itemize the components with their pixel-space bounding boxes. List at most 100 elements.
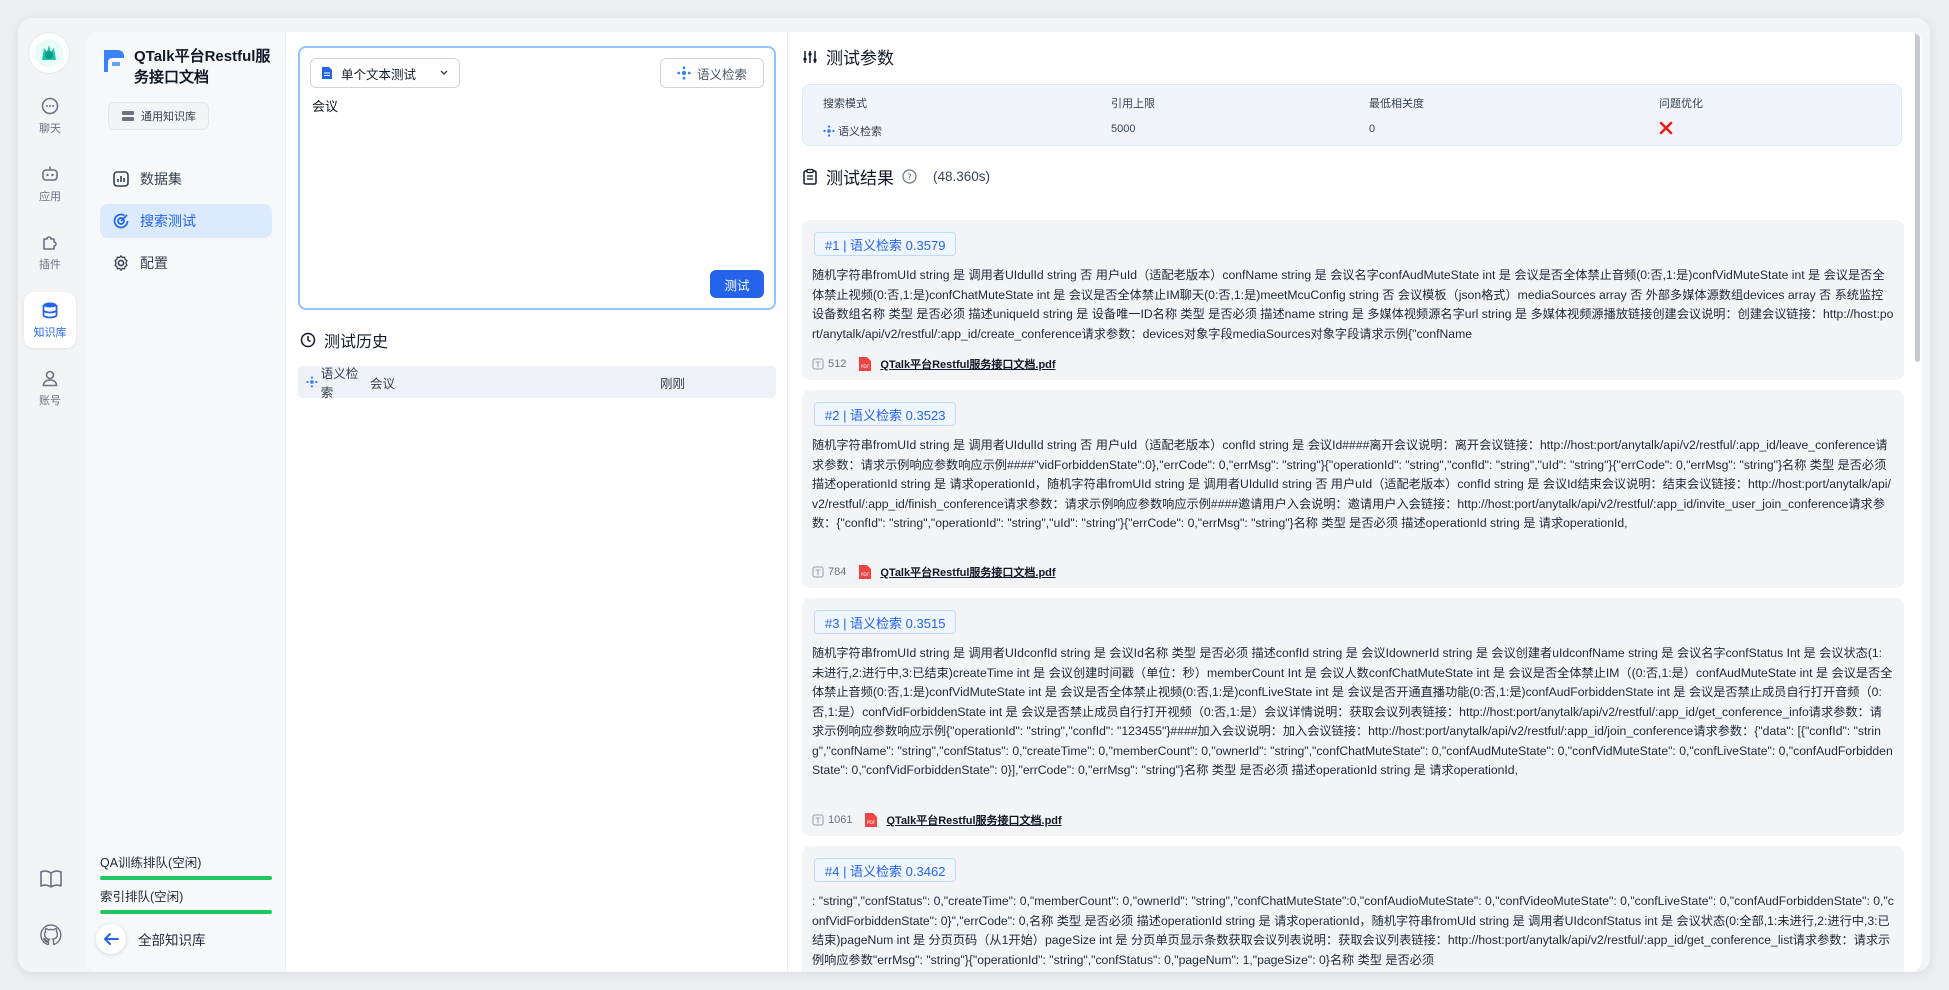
index-queue-bar <box>100 910 272 914</box>
chat-icon <box>41 97 59 115</box>
result-card[interactable]: #4 | 语义检索 0.3462 : "string","confStatus"… <box>802 846 1904 972</box>
search-type-button[interactable]: 语义检索 <box>660 58 764 88</box>
rail-account[interactable]: 账号 <box>24 360 76 416</box>
param-header: 最低相关度 <box>1369 98 1424 110</box>
close-icon <box>1659 121 1673 135</box>
history-mode-label: 语义检索 <box>320 367 359 400</box>
nav-dataset[interactable]: 数据集 <box>100 162 272 196</box>
semantic-search-icon <box>306 376 318 388</box>
result-card[interactable]: #1 | 语义检索 0.3579 随机字符串fromUId string 是 调… <box>802 220 1904 380</box>
back-to-all-kb[interactable]: 全部知识库 <box>96 924 206 954</box>
robot-icon <box>42 166 58 181</box>
qa-queue-bar <box>100 876 272 880</box>
token-icon <box>812 566 824 578</box>
query-input[interactable]: 会议 <box>312 96 338 115</box>
param-header: 搜索模式 <box>823 98 867 110</box>
database-icon <box>42 302 58 319</box>
results-scrollbar[interactable] <box>1915 32 1920 362</box>
token-icon <box>812 358 824 370</box>
github-button[interactable] <box>38 922 64 948</box>
result-footer: 784 PDF QTalk平台Restful服务接口文档.pdf <box>812 564 1056 580</box>
param-limit-value: 5000 <box>1111 123 1136 135</box>
query-box: 单个文本测试 语义检索 会议 测试 <box>298 46 776 310</box>
param-header: 问题优化 <box>1659 98 1703 110</box>
result-card[interactable]: #2 | 语义检索 0.3523 随机字符串fromUId string 是 调… <box>802 390 1904 588</box>
nav-search-test-label: 搜索测试 <box>140 213 196 229</box>
clock-icon <box>300 332 316 348</box>
params-title: 测试参数 <box>826 49 894 68</box>
nav-search-test[interactable]: 搜索测试 <box>100 204 272 238</box>
pdf-icon: PDF <box>859 565 872 579</box>
index-queue-status: 索引排队(空闲) <box>100 886 272 914</box>
svg-text:PDF: PDF <box>861 572 870 578</box>
back-arrow-button[interactable] <box>96 924 126 954</box>
param-header: 引用上限 <box>1111 98 1155 110</box>
kb-title: QTalk平台Restful服务接口文档 <box>134 48 271 86</box>
result-file-link[interactable]: QTalk平台Restful服务接口文档.pdf <box>880 356 1055 372</box>
rail-plugins[interactable]: 插件 <box>24 224 76 280</box>
svg-text:PDF: PDF <box>867 820 876 826</box>
user-icon <box>42 370 58 387</box>
token-icon <box>812 814 824 826</box>
result-tokens: 784 <box>828 566 847 578</box>
test-mode-select[interactable]: 单个文本测试 <box>310 58 460 88</box>
history-time: 刚刚 <box>660 376 686 391</box>
history-row[interactable]: 语义检索 会议 刚刚 <box>298 363 776 401</box>
nav-config[interactable]: 配置 <box>100 246 272 280</box>
result-file-link[interactable]: QTalk平台Restful服务接口文档.pdf <box>886 812 1061 828</box>
pdf-icon: PDF <box>865 813 878 827</box>
app-logo[interactable] <box>28 32 70 74</box>
github-icon <box>40 924 62 946</box>
rail-knowledge-base[interactable]: 知识库 <box>24 292 76 348</box>
result-text: 随机字符串fromUId string 是 调用者UIdulId string … <box>812 438 1891 530</box>
left-rail: 聊天 应用 插件 知识库 账号 <box>18 18 84 972</box>
history-heading: 测试历史 <box>300 328 388 352</box>
param-optimization-value <box>1659 121 1673 135</box>
rail-chat[interactable]: 聊天 <box>24 88 76 144</box>
kb-type-label: 通用知识库 <box>141 111 196 123</box>
rail-label: 知识库 <box>33 327 67 339</box>
semantic-search-icon <box>677 66 691 80</box>
result-file-link[interactable]: QTalk平台Restful服务接口文档.pdf <box>880 564 1055 580</box>
kb-type-tag: 通用知识库 <box>108 102 209 130</box>
result-tag: #3 | 语义检索 0.3515 <box>814 610 957 634</box>
kb-header: QTalk平台Restful服务接口文档 <box>100 46 276 88</box>
result-tag: #1 | 语义检索 0.3579 <box>814 232 957 256</box>
semantic-search-icon <box>823 125 835 137</box>
kb-sidebar: QTalk平台Restful服务接口文档 通用知识库 数据集 搜索测试 配置 Q… <box>86 32 286 972</box>
result-tag: #4 | 语义检索 0.3462 <box>814 858 957 882</box>
target-icon <box>113 213 129 229</box>
file-icon <box>322 67 332 79</box>
rail-label: 聊天 <box>39 123 61 135</box>
history-query: 会议 <box>370 376 396 391</box>
search-type-label: 语义检索 <box>696 67 747 82</box>
result-footer: 1061 PDF QTalk平台Restful服务接口文档.pdf <box>812 812 1062 828</box>
clipboard-icon <box>803 168 817 185</box>
params-heading: 测试参数 <box>802 44 894 69</box>
robot-avatar-icon <box>35 39 63 67</box>
results-duration: (48.360s) <box>933 169 991 184</box>
result-tokens: 512 <box>828 358 847 370</box>
svg-text:?: ? <box>907 173 912 183</box>
arrow-left-icon <box>104 933 119 945</box>
result-tokens: 1061 <box>828 814 853 826</box>
gear-icon <box>114 255 128 271</box>
test-button[interactable]: 测试 <box>710 270 764 298</box>
rail-label: 账号 <box>39 395 61 407</box>
results-title: 测试结果 <box>826 169 894 188</box>
docs-button[interactable] <box>38 866 64 892</box>
result-card[interactable]: #3 | 语义检索 0.3515 随机字符串fromUId string 是 调… <box>802 598 1904 836</box>
rail-apps[interactable]: 应用 <box>24 156 76 212</box>
results-heading: 测试结果 ? (48.360s) <box>802 164 990 189</box>
query-pane: 单个文本测试 语义检索 会议 测试 测试历史 语义检索 会议 刚刚 <box>286 32 788 972</box>
param-relevance-value: 0 <box>1369 123 1376 135</box>
app-window: 聊天 应用 插件 知识库 账号 QTalk平台Restful服务接口文档 通用知… <box>18 18 1930 972</box>
back-label: 全部知识库 <box>138 933 206 948</box>
qa-queue-status: QA训练排队(空闲) <box>100 852 272 880</box>
result-text: : "string","confStatus": 0,"createTime":… <box>812 894 1894 967</box>
param-mode-label: 语义检索 <box>838 126 882 138</box>
history-mode: 语义检索 <box>298 363 370 401</box>
help-icon[interactable]: ? <box>902 169 917 184</box>
result-tag: #2 | 语义检索 0.3523 <box>814 402 957 426</box>
results-pane: 测试参数 搜索模式 语义检索 引用上限 5000 最低相关度 0 问题优化 测试… <box>788 32 1922 972</box>
